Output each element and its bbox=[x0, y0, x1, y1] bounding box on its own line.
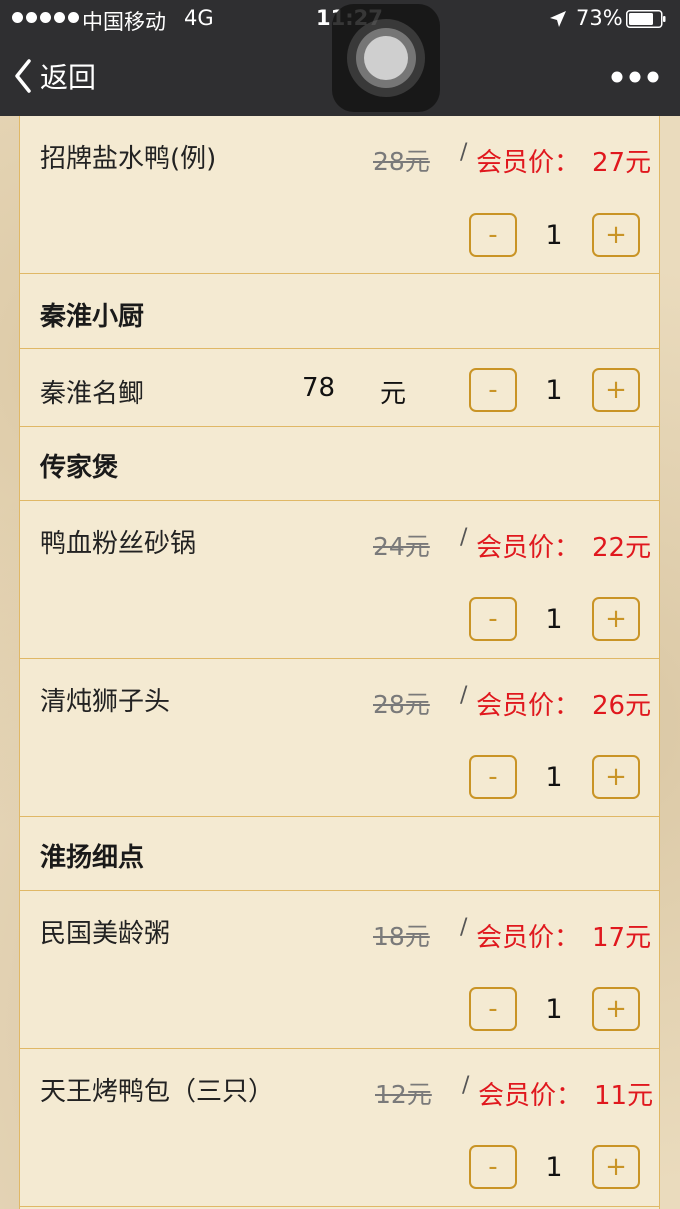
member-price-label: 会员价： bbox=[476, 533, 581, 563]
menu-list: 招牌盐水鸭(例) 28元 / 会员价： 27元 - 1 + 秦淮小厨 秦淮名鲫 … bbox=[19, 116, 660, 1209]
carrier-name: 中国移动 bbox=[82, 10, 166, 34]
location-arrow-icon bbox=[550, 11, 566, 27]
decrease-quantity-button[interactable]: - bbox=[469, 1145, 517, 1189]
decrease-quantity-button[interactable]: - bbox=[469, 755, 517, 799]
original-price: 12元 bbox=[375, 1080, 432, 1109]
increase-quantity-button[interactable]: + bbox=[592, 755, 640, 799]
price-unit: 元 bbox=[380, 379, 407, 409]
quantity-value: 1 bbox=[545, 220, 563, 251]
dish-name: 清炖狮子头 bbox=[40, 687, 171, 717]
back-button[interactable]: 返回 bbox=[14, 54, 96, 98]
quantity-value: 1 bbox=[545, 604, 563, 635]
increase-quantity-button[interactable]: + bbox=[592, 213, 640, 257]
member-price: 22元 bbox=[592, 533, 652, 563]
battery-icon bbox=[626, 10, 666, 28]
chevron-left-icon bbox=[15, 59, 31, 93]
member-price-label: 会员价： bbox=[476, 691, 581, 721]
category-title: 淮扬细点 bbox=[40, 843, 145, 873]
increase-quantity-button[interactable]: + bbox=[592, 987, 640, 1031]
more-dots-icon[interactable] bbox=[610, 66, 660, 88]
price-separator: / bbox=[462, 1073, 470, 1098]
member-price-label: 会员价： bbox=[476, 148, 581, 178]
member-price: 27元 bbox=[592, 148, 652, 178]
signal-strength-icon bbox=[12, 12, 79, 23]
category-title: 传家煲 bbox=[40, 453, 119, 483]
battery-percentage: 73% bbox=[576, 6, 623, 30]
assistive-touch-icon[interactable] bbox=[332, 4, 440, 112]
original-price: 28元 bbox=[373, 147, 430, 176]
category-row: 淮扬细点 bbox=[20, 817, 659, 891]
price-separator: / bbox=[460, 525, 468, 550]
increase-quantity-button[interactable]: + bbox=[592, 597, 640, 641]
dish-row: 招牌盐水鸭(例) 28元 / 会员价： 27元 - 1 + bbox=[20, 116, 659, 274]
price-separator: / bbox=[460, 140, 468, 165]
dish-name: 天王烤鸭包（三只） bbox=[40, 1077, 275, 1107]
dish-price: 78 bbox=[302, 373, 336, 403]
original-price: 24元 bbox=[373, 532, 430, 561]
decrease-quantity-button[interactable]: - bbox=[469, 987, 517, 1031]
network-type: 4G bbox=[184, 6, 214, 30]
increase-quantity-button[interactable]: + bbox=[592, 368, 640, 412]
original-price: 18元 bbox=[373, 922, 430, 951]
decrease-quantity-button[interactable]: - bbox=[469, 597, 517, 641]
member-price: 11元 bbox=[594, 1081, 654, 1111]
decrease-quantity-button[interactable]: - bbox=[469, 213, 517, 257]
dish-row: 清炖狮子头 28元 / 会员价： 26元 - 1 + bbox=[20, 659, 659, 817]
price-separator: / bbox=[460, 683, 468, 708]
dish-row: 鸭血粉丝砂锅 24元 / 会员价： 22元 - 1 + bbox=[20, 501, 659, 659]
category-row: 传家煲 bbox=[20, 427, 659, 501]
original-price: 28元 bbox=[373, 690, 430, 719]
dish-row: 天王烤鸭包（三只） 12元 / 会员价： 11元 - 1 + bbox=[20, 1049, 659, 1207]
dish-name: 民国美龄粥 bbox=[40, 919, 171, 949]
member-price: 17元 bbox=[592, 923, 652, 953]
dish-name: 秦淮名鲫 bbox=[40, 379, 145, 409]
quantity-value: 1 bbox=[545, 1152, 563, 1183]
decrease-quantity-button[interactable]: - bbox=[469, 368, 517, 412]
member-price-label: 会员价： bbox=[478, 1081, 583, 1111]
price-separator: / bbox=[460, 915, 468, 940]
dish-row: 秦淮名鲫 78 元 - 1 + bbox=[20, 349, 659, 427]
back-label: 返回 bbox=[40, 61, 97, 94]
member-price-label: 会员价： bbox=[476, 923, 581, 953]
quantity-value: 1 bbox=[545, 994, 563, 1025]
category-title: 秦淮小厨 bbox=[40, 302, 145, 332]
dish-name: 鸭血粉丝砂锅 bbox=[40, 529, 197, 559]
quantity-value: 1 bbox=[545, 375, 563, 406]
increase-quantity-button[interactable]: + bbox=[592, 1145, 640, 1189]
dish-name: 招牌盐水鸭(例) bbox=[40, 144, 217, 174]
dish-row: 民国美龄粥 18元 / 会员价： 17元 - 1 + bbox=[20, 891, 659, 1049]
member-price: 26元 bbox=[592, 691, 652, 721]
category-row: 秦淮小厨 bbox=[20, 274, 659, 349]
quantity-value: 1 bbox=[545, 762, 563, 793]
